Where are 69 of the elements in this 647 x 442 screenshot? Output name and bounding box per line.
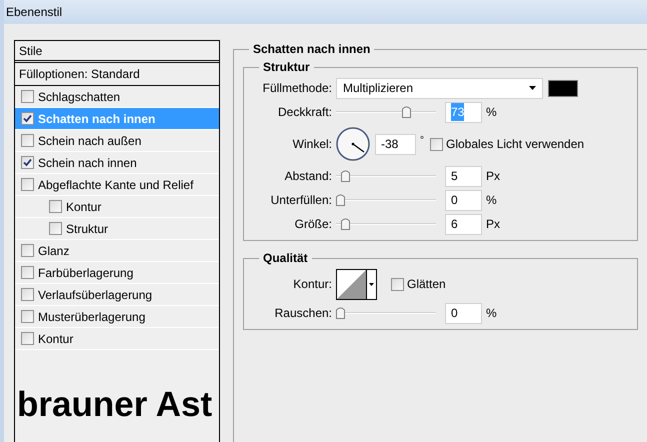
slider[interactable] <box>336 170 436 182</box>
section-title: Schatten nach innen <box>252 41 372 58</box>
style-list-item[interactable]: Musterüberlagerung <box>15 306 219 328</box>
field-label: Winkel: <box>292 136 333 153</box>
checkbox[interactable] <box>49 222 62 235</box>
field-label: Unterfüllen: <box>270 192 333 209</box>
checkbox[interactable] <box>21 134 34 147</box>
slider-thumb[interactable] <box>402 106 411 118</box>
window-title: Ebenenstil <box>6 4 62 21</box>
checkbox[interactable] <box>21 266 34 279</box>
checkbox[interactable] <box>391 278 404 290</box>
slider-thumb[interactable] <box>341 218 350 230</box>
field-label: Deckkraft: <box>276 104 333 121</box>
slider[interactable] <box>336 106 436 118</box>
slider[interactable] <box>336 218 436 230</box>
checkbox[interactable] <box>21 178 34 191</box>
blending-options-item[interactable]: Fülloptionen: Standard <box>15 63 219 86</box>
contour-picker[interactable] <box>336 268 377 300</box>
checkbox-label: Glätten <box>407 276 446 293</box>
style-list-item[interactable]: Kontur <box>15 328 219 350</box>
style-list-item[interactable]: Kontur <box>15 196 219 218</box>
checkbox[interactable] <box>21 156 34 169</box>
group-title: Struktur <box>262 59 311 76</box>
slider-thumb[interactable] <box>336 194 345 206</box>
value-field[interactable]: 5 <box>445 166 482 186</box>
color-swatch[interactable] <box>548 80 578 96</box>
checkbox-label: Globales Licht verwenden <box>446 136 584 153</box>
style-list-item[interactable]: Schein nach außen <box>15 130 219 152</box>
styles-header: Stile <box>15 41 219 63</box>
slider[interactable] <box>336 194 436 206</box>
slider-thumb[interactable] <box>336 307 345 319</box>
checkbox[interactable] <box>21 112 34 125</box>
checkbox[interactable] <box>21 310 34 323</box>
field-label: Rauschen: <box>274 305 333 322</box>
unit-label: Px <box>486 168 500 185</box>
style-list-item[interactable]: Schein nach innen <box>15 152 219 174</box>
checkbox[interactable] <box>21 90 34 103</box>
unit-label: % <box>486 104 497 121</box>
style-list-item[interactable]: Abgeflachte Kante und Relief <box>15 174 219 196</box>
checkbox[interactable] <box>21 288 34 301</box>
group-title: Qualität <box>262 250 309 267</box>
value-field[interactable]: 0 <box>445 302 482 324</box>
unit-label: ° <box>420 134 424 148</box>
caption: brauner Ast <box>16 387 214 422</box>
slider-thumb[interactable] <box>340 170 350 182</box>
field-label: Abstand: <box>284 168 333 185</box>
blend-mode-dropdown[interactable]: Multiplizieren <box>336 78 543 98</box>
unit-label: % <box>486 192 497 209</box>
slider[interactable] <box>336 307 436 319</box>
style-list-item[interactable]: Verlaufsüberlagerung <box>15 284 219 306</box>
value-field[interactable]: 6 <box>445 214 482 234</box>
checkbox[interactable] <box>21 244 34 257</box>
style-list-item[interactable]: Struktur <box>15 218 219 240</box>
dropdown-caret-icon <box>369 282 374 286</box>
field-label: Größe: <box>294 216 333 233</box>
angle-field[interactable]: -38 <box>375 134 416 154</box>
unit-label: % <box>486 305 497 322</box>
dropdown-caret-icon <box>529 86 536 90</box>
field-label: Kontur: <box>292 276 333 293</box>
angle-dial[interactable] <box>336 127 370 161</box>
field-label: Füllmethode: <box>262 80 333 97</box>
checkbox[interactable] <box>21 332 34 345</box>
style-list-item[interactable]: Glanz <box>15 240 219 262</box>
contour-curve-icon <box>337 270 366 298</box>
checkbox[interactable] <box>430 138 443 150</box>
style-list-item[interactable]: Farbüberlagerung <box>15 262 219 284</box>
value-field[interactable]: 0 <box>445 190 482 210</box>
unit-label: Px <box>486 216 500 233</box>
checkbox[interactable] <box>49 200 62 213</box>
